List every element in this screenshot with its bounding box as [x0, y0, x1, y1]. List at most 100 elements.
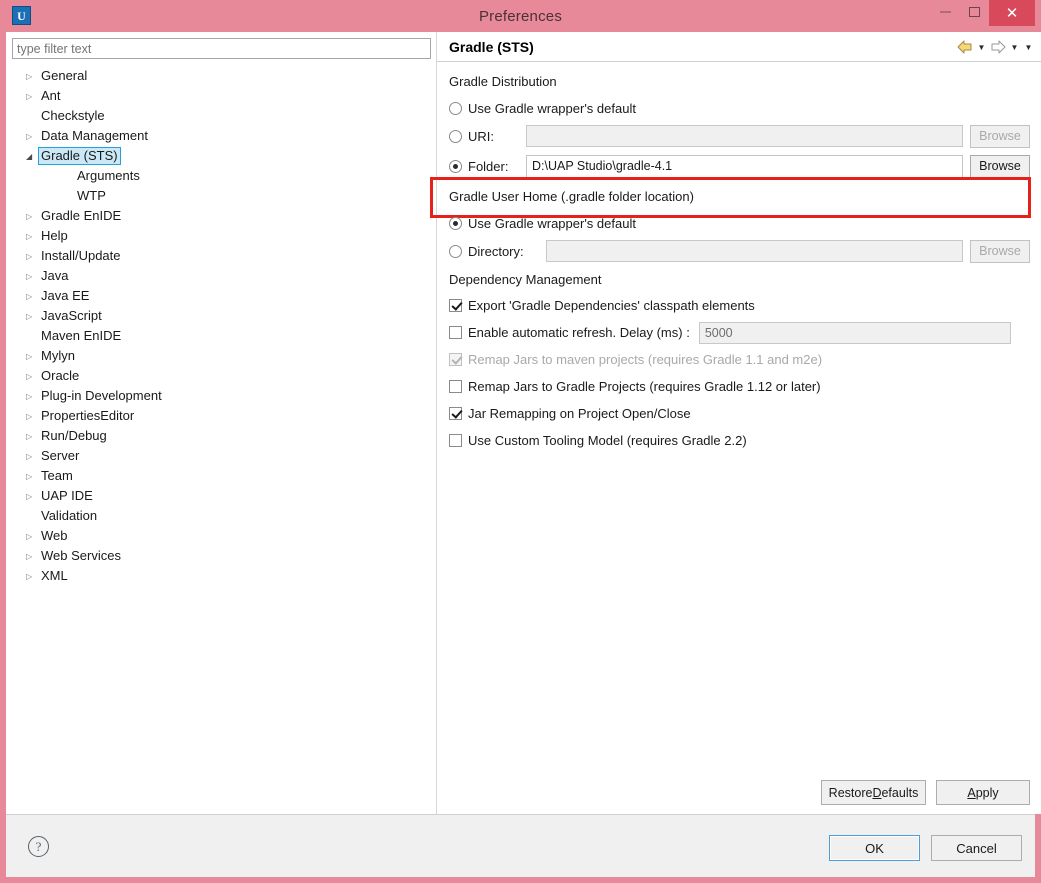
user-home-directory-browse-button[interactable]: Browse: [970, 239, 1030, 263]
sidebar-item-oracle[interactable]: ▷ Oracle: [12, 366, 430, 386]
tree-expand-arrow-icon[interactable]: ▷: [24, 532, 38, 541]
tree-expand-arrow-icon[interactable]: ▷: [24, 312, 38, 321]
preferences-tree: ▷General▷Ant▷Checkstyle▷Data Management◢…: [12, 66, 430, 586]
dependency-option-row[interactable]: Export 'Gradle Dependencies' classpath e…: [449, 293, 1030, 318]
sidebar-item-team[interactable]: ▷ Team: [12, 466, 430, 486]
distribution-folder-radio[interactable]: [449, 159, 462, 173]
distribution-wrapper-radio[interactable]: [449, 101, 462, 115]
tree-expand-arrow-icon[interactable]: ▷: [24, 232, 38, 241]
tree-expand-arrow-icon[interactable]: ▷: [24, 132, 38, 141]
sidebar-item-maven-enide[interactable]: ▷Maven EnIDE: [12, 326, 430, 346]
sidebar-item-label: Mylyn: [41, 348, 75, 363]
maximize-icon[interactable]: [960, 0, 989, 24]
sidebar-item-plug-in-development[interactable]: ▷ Plug-in Development: [12, 386, 430, 406]
restore-defaults-post: efaults: [881, 785, 919, 800]
dependency-option-row[interactable]: Remap Jars to Gradle Projects (requires …: [449, 374, 1030, 399]
forward-dropdown-caret-icon[interactable]: ▼: [1009, 42, 1020, 53]
close-icon[interactable]: ✕: [989, 0, 1035, 26]
sidebar-item-web-services[interactable]: ▷ Web Services: [12, 546, 430, 566]
tree-expand-arrow-icon[interactable]: ▷: [24, 432, 38, 441]
tree-expand-arrow-icon[interactable]: ▷: [24, 392, 38, 401]
sidebar-item-propertieseditor[interactable]: ▷ PropertiesEditor: [12, 406, 430, 426]
title-bar: U Preferences ✕: [6, 0, 1035, 32]
page-title: Gradle (STS): [449, 38, 534, 55]
sidebar-item-label: WTP: [77, 188, 106, 203]
sidebar-item-arguments[interactable]: ▷Arguments: [12, 166, 430, 186]
dependency-option-checkbox[interactable]: [449, 434, 462, 447]
dependency-option-checkbox[interactable]: [449, 380, 462, 393]
sidebar-item-ant[interactable]: ▷ Ant: [12, 86, 430, 106]
user-home-directory-row[interactable]: Directory: Browse: [449, 238, 1030, 264]
dependency-option-checkbox[interactable]: [449, 299, 462, 312]
sidebar-item-javascript[interactable]: ▷ JavaScript: [12, 306, 430, 326]
refresh-delay-input[interactable]: [698, 321, 1011, 344]
sidebar-item-wtp[interactable]: ▷WTP: [12, 186, 430, 206]
tree-expand-arrow-icon[interactable]: ▷: [24, 252, 38, 261]
sidebar-item-gradle-sts[interactable]: ◢ Gradle (STS): [12, 146, 430, 166]
help-icon[interactable]: ?: [28, 836, 49, 857]
restore-defaults-pre: Restore: [828, 785, 873, 800]
preference-page-panel: Gradle (STS) ▼ ▼ ▼ Gradle Distribution U…: [430, 32, 1041, 814]
forward-arrow-icon[interactable]: [990, 40, 1006, 54]
user-home-directory-input[interactable]: [546, 240, 963, 262]
sidebar-item-java-ee[interactable]: ▷ Java EE: [12, 286, 430, 306]
sidebar-item-gradle-enide[interactable]: ▷ Gradle EnIDE: [12, 206, 430, 226]
tree-expand-arrow-icon[interactable]: ▷: [24, 492, 38, 501]
sidebar-item-run-debug[interactable]: ▷ Run/Debug: [12, 426, 430, 446]
sidebar-item-web[interactable]: ▷ Web: [12, 526, 430, 546]
distribution-wrapper-row[interactable]: Use Gradle wrapper's default: [449, 95, 1030, 121]
window-title: Preferences: [478, 7, 563, 25]
sidebar-item-install-update[interactable]: ▷ Install/Update: [12, 246, 430, 266]
dependency-option-row[interactable]: Jar Remapping on Project Open/Close: [449, 401, 1030, 426]
user-home-wrapper-radio[interactable]: [449, 216, 462, 230]
search-input[interactable]: [12, 38, 431, 59]
tree-expand-arrow-icon[interactable]: ▷: [24, 472, 38, 481]
distribution-uri-radio[interactable]: [449, 129, 462, 143]
dependency-option-checkbox[interactable]: [449, 407, 462, 420]
distribution-uri-row[interactable]: URI: Browse: [449, 123, 1030, 149]
tree-expand-arrow-icon[interactable]: ▷: [24, 212, 38, 221]
tree-expand-arrow-icon[interactable]: ▷: [24, 72, 38, 81]
tree-expand-arrow-icon[interactable]: ▷: [24, 552, 38, 561]
sidebar-item-xml[interactable]: ▷ XML: [12, 566, 430, 586]
distribution-uri-input[interactable]: [526, 125, 963, 147]
dependency-option-row[interactable]: Use Custom Tooling Model (requires Gradl…: [449, 428, 1030, 453]
sidebar-item-server[interactable]: ▷ Server: [12, 446, 430, 466]
distribution-folder-row[interactable]: Folder: Browse: [449, 151, 1030, 181]
preferences-window: U Preferences ✕ ▷General▷Ant▷Checkstyle▷…: [0, 0, 1041, 883]
sidebar-item-data-management[interactable]: ▷ Data Management: [12, 126, 430, 146]
sidebar-item-java[interactable]: ▷ Java: [12, 266, 430, 286]
sidebar-item-general[interactable]: ▷ General: [12, 66, 430, 86]
dependency-option-row[interactable]: Enable automatic refresh. Delay (ms) :: [449, 320, 1030, 345]
sidebar-item-mylyn[interactable]: ▷ Mylyn: [12, 346, 430, 366]
sidebar-item-validation[interactable]: ▷Validation: [12, 506, 430, 526]
user-home-wrapper-row[interactable]: Use Gradle wrapper's default: [449, 210, 1030, 236]
distribution-folder-input[interactable]: [526, 154, 963, 178]
tree-expand-arrow-icon[interactable]: ▷: [24, 92, 38, 101]
tree-expand-arrow-icon[interactable]: ▷: [24, 372, 38, 381]
tree-expand-arrow-icon[interactable]: ▷: [24, 352, 38, 361]
dependency-management-group-label: Dependency Management: [449, 272, 602, 287]
tree-expand-arrow-icon[interactable]: ▷: [24, 292, 38, 301]
tree-expand-arrow-icon[interactable]: ▷: [24, 572, 38, 581]
ok-button[interactable]: OK: [829, 835, 920, 861]
back-arrow-icon[interactable]: [957, 40, 973, 54]
tree-expand-arrow-icon[interactable]: ▷: [24, 272, 38, 281]
sidebar-item-uap-ide[interactable]: ▷ UAP IDE: [12, 486, 430, 506]
minimize-icon[interactable]: [931, 0, 960, 24]
sidebar-item-help[interactable]: ▷ Help: [12, 226, 430, 246]
tree-collapse-arrow-icon[interactable]: ◢: [24, 152, 38, 161]
back-dropdown-caret-icon[interactable]: ▼: [976, 42, 987, 53]
distribution-uri-browse-button[interactable]: Browse: [970, 124, 1030, 148]
user-home-directory-radio[interactable]: [449, 244, 462, 258]
sidebar-item-checkstyle[interactable]: ▷Checkstyle: [12, 106, 430, 126]
distribution-folder-browse-button[interactable]: Browse: [970, 154, 1030, 178]
restore-defaults-button[interactable]: Restore Defaults: [821, 780, 926, 805]
tree-expand-arrow-icon[interactable]: ▷: [24, 412, 38, 421]
apply-button[interactable]: Apply: [936, 780, 1030, 805]
dependency-option-checkbox[interactable]: [449, 326, 462, 339]
tree-expand-arrow-icon[interactable]: ▷: [24, 452, 38, 461]
cancel-button[interactable]: Cancel: [931, 835, 1022, 861]
dependency-option-row[interactable]: Remap Jars to maven projects (requires G…: [449, 347, 1030, 372]
page-menu-caret-icon[interactable]: ▼: [1023, 42, 1034, 53]
